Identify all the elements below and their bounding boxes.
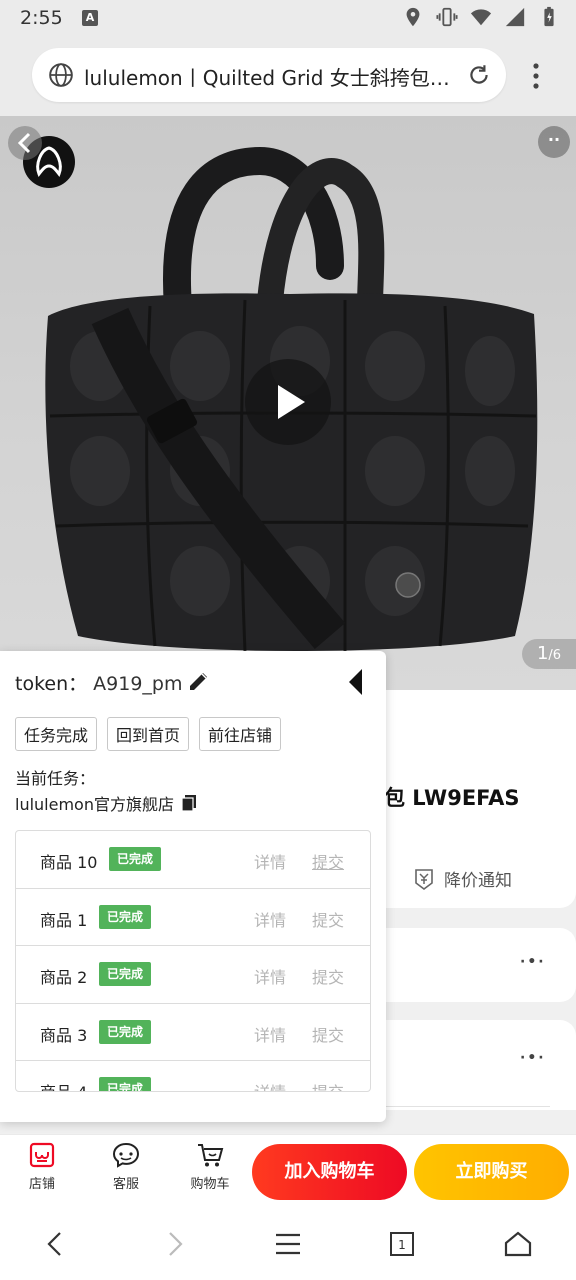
image-counter-current: 1 [536,643,549,664]
vibrate-icon [436,7,458,27]
task-submit-link[interactable]: 提交 [312,907,344,931]
product-title: 包 LW9EFAS [384,786,520,810]
image-counter-total: /6 [548,648,562,663]
accessibility-icon: A [82,10,98,26]
task-submit-link[interactable]: 提交 [312,849,344,873]
shop-name: lululemon官方旗舰店 [15,795,174,814]
back-icon[interactable] [40,1228,72,1260]
status-badge: 已完成 [99,904,152,929]
task-name: 商品 2 [40,968,88,987]
more-dots-icon-2: ·•· [520,1050,546,1066]
cart-button[interactable]: 购物车 [180,1141,240,1192]
back-home-button[interactable]: 回到首页 [107,717,190,751]
back-overlay-button[interactable] [8,126,42,160]
task-submit-link[interactable]: 提交 [312,1079,344,1091]
customer-service-button[interactable]: 客服 [96,1141,156,1192]
play-video-button[interactable] [245,359,331,445]
task-name: 商品 10 [40,853,98,872]
menu-icon[interactable] [272,1228,304,1260]
browser-toolbar: lululemon丨Quilted Grid 女士斜挎包 LW9EFAS [0,36,576,116]
task-row: 商品 3 已完成 详情 提交 [16,1004,370,1061]
token-label: token： [15,673,88,695]
address-bar[interactable]: lululemon丨Quilted Grid 女士斜挎包 LW9EFAS [32,48,506,102]
panel-action-buttons: 任务完成 回到首页 前往店铺 [15,717,282,751]
more-overlay-button[interactable]: ·· [538,126,570,158]
globe-icon [49,63,73,87]
go-to-store-button[interactable]: 前往店铺 [199,717,282,751]
cart-label: 购物车 [190,1177,230,1192]
signal-icon [505,7,525,27]
more-dots-icon: ·•· [520,954,546,970]
home-icon[interactable] [502,1228,534,1260]
task-detail-link[interactable]: 详情 [254,849,286,873]
token-value: A919_pm [93,673,183,695]
customer-service-label: 客服 [112,1177,139,1192]
divider [386,1106,550,1107]
more-menu-icon[interactable] [526,60,546,92]
location-icon [406,7,420,27]
task-row: 商品 1 已完成 详情 提交 [16,889,370,946]
token-row: token： A919_pm [15,669,182,696]
wifi-icon [470,9,492,26]
customer-service-icon [112,1142,140,1168]
reload-icon[interactable] [466,62,492,88]
status-badge: 已完成 [99,1077,152,1091]
task-row: 商品 4 已完成 详情 提交 [16,1061,370,1091]
store-icon [29,1142,55,1168]
task-panel: token： A919_pm 任务完成 回到首页 前往店铺 当前任务： lulul… [0,651,386,1122]
status-bar: 2:55 A [0,0,576,36]
forward-icon[interactable] [158,1228,190,1260]
task-row: 商品 10 已完成 详情 提交 [16,831,370,889]
chevron-left-icon [17,132,31,154]
task-row: 商品 2 已完成 详情 提交 [16,946,370,1004]
add-to-cart-button[interactable]: 加入购物车 [252,1144,407,1200]
task-submit-link[interactable]: 提交 [312,964,344,988]
task-name: 商品 3 [40,1025,88,1045]
image-counter: 1/6 [522,639,576,669]
task-name: 商品 4 [40,1079,87,1091]
price-notify-label: 降价通知 [444,871,512,891]
collapse-panel-icon[interactable] [346,667,366,697]
price-notify-icon [415,868,433,890]
task-detail-link[interactable]: 详情 [254,1022,286,1046]
status-badge: 已完成 [109,847,162,871]
store-button[interactable]: 店铺 [12,1141,72,1192]
status-time: 2:55 [20,7,63,29]
purchase-action-bar: 店铺 客服 购物车 加入购物车 立即购买 [0,1134,576,1208]
task-detail-link[interactable]: 详情 [254,1079,286,1091]
copy-icon[interactable] [180,794,198,812]
task-list: 商品 10 已完成 详情 提交 商品 1 已完成 详情 提交 商品 2 已完成 … [15,830,371,1092]
tabs-icon[interactable]: 1 [386,1228,418,1260]
current-task-label: 当前任务： [15,769,96,788]
buy-now-button[interactable]: 立即购买 [414,1144,569,1200]
status-icons [402,6,560,28]
product-image-carousel[interactable]: ·· 1/6 [0,116,576,690]
store-label: 店铺 [28,1177,55,1192]
price-notify-button[interactable]: 降价通知 [412,866,512,891]
task-submit-link[interactable]: 提交 [312,1022,344,1046]
status-badge: 已完成 [99,962,152,986]
battery-icon [544,6,554,27]
browser-nav-bar: 1 [0,1208,576,1280]
task-detail-link[interactable]: 详情 [254,907,286,931]
edit-pencil-icon[interactable] [187,669,211,693]
task-complete-button[interactable]: 任务完成 [15,717,98,751]
play-icon [278,385,305,419]
current-task-shop: lululemon官方旗舰店 [15,791,198,815]
svg-text:1: 1 [398,1238,406,1252]
shopping-cart-icon [198,1144,224,1167]
status-badge: 已完成 [99,1019,152,1044]
task-name: 商品 1 [40,910,88,930]
task-detail-link[interactable]: 详情 [254,964,286,988]
page-title-url[interactable]: lululemon丨Quilted Grid 女士斜挎包 LW9EFAS [84,62,456,91]
